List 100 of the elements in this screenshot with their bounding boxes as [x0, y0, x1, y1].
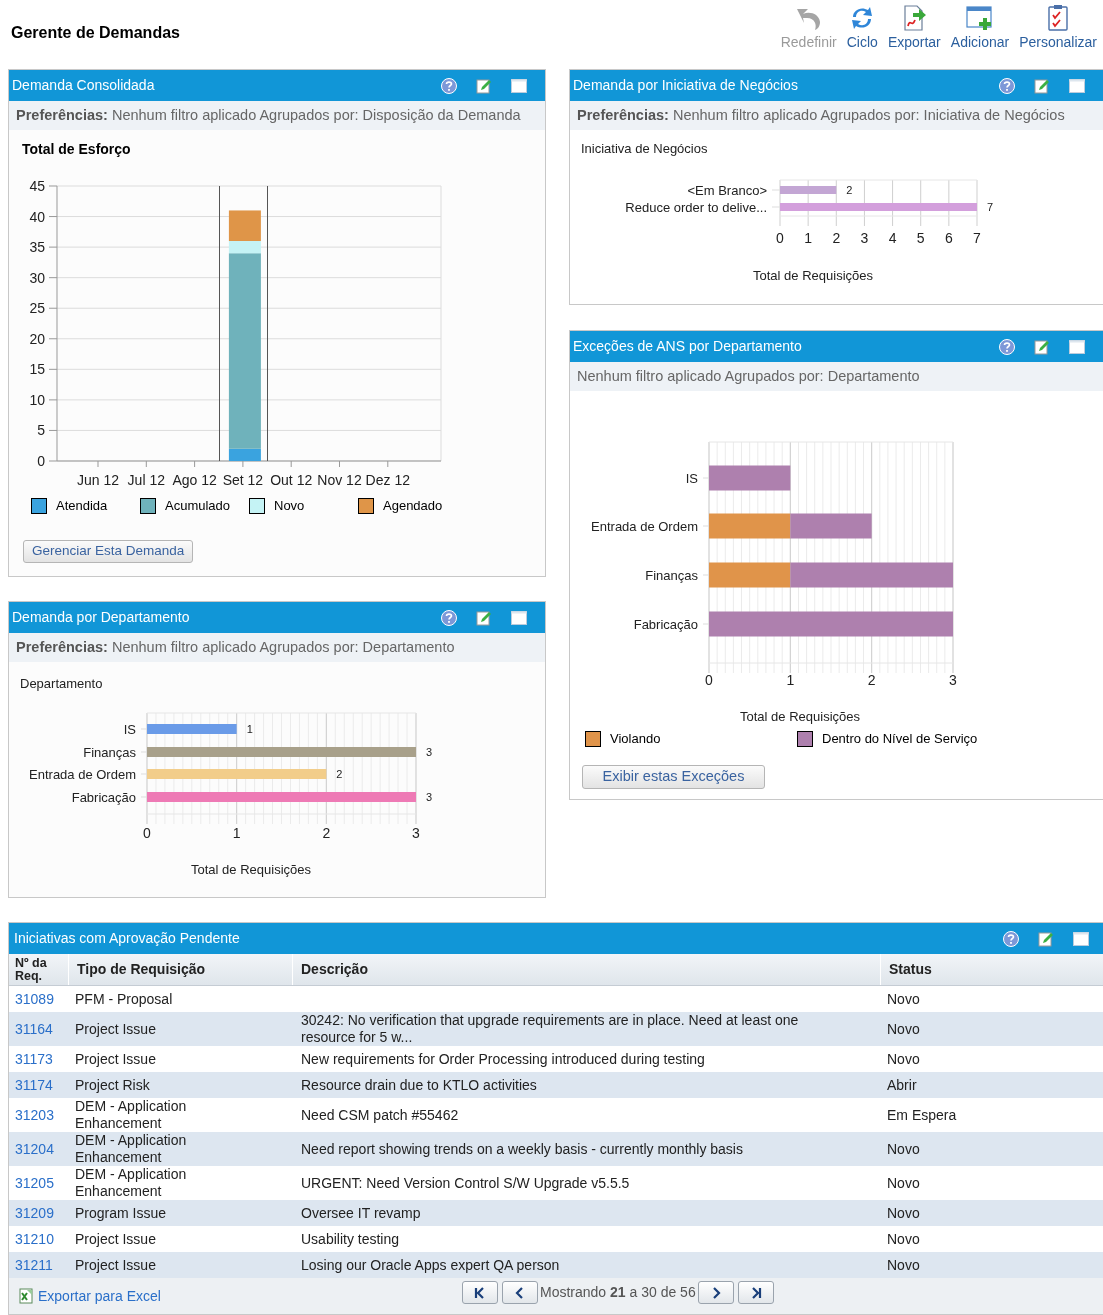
- request-link[interactable]: 31174: [15, 1076, 53, 1093]
- help-icon[interactable]: [441, 609, 457, 626]
- request-link[interactable]: 31205: [15, 1174, 54, 1191]
- help-icon[interactable]: [1003, 930, 1019, 947]
- preferences-text: Preferências: Nenhum filtro aplicado Agrupados por: Disposição da Demanda: [9, 101, 545, 130]
- table-cell: URGENT: Need Version Control S/W Upgrade v5.5.5: [301, 1174, 630, 1191]
- column-header[interactable]: Descrição: [293, 954, 881, 985]
- request-link[interactable]: 31209: [15, 1204, 54, 1221]
- toolbar-button[interactable]: Personalizar: [1019, 4, 1097, 50]
- maximize-icon[interactable]: [511, 77, 527, 94]
- last-page-button[interactable]: [737, 1281, 774, 1304]
- table-cell: Novo: [887, 1140, 920, 1157]
- legend-label: Acumulado: [165, 497, 231, 515]
- maximize-icon[interactable]: [1069, 338, 1085, 355]
- table-cell: Program Issue: [75, 1204, 167, 1221]
- axis-title: Total de Requisições: [740, 709, 860, 724]
- action-button[interactable]: Gerenciar Esta Demanda: [23, 539, 194, 563]
- table-cell: Project Risk: [75, 1076, 150, 1093]
- window-plus-icon: [965, 4, 995, 32]
- value-label: 2: [336, 768, 343, 780]
- tick-label: 1: [232, 825, 241, 841]
- table-row[interactable]: 31211 Project Issue Losing our Oracle Apps expert QA person Novo: [9, 1252, 1103, 1278]
- table-cell: Novo: [887, 1204, 920, 1221]
- request-link[interactable]: 31203: [15, 1106, 54, 1123]
- legend-label: Violando: [610, 730, 661, 748]
- column-header[interactable]: Tipo de Requisição: [69, 954, 293, 985]
- chart-bar: [780, 186, 837, 194]
- table-cell: Need CSM patch #55462: [301, 1106, 459, 1123]
- tick-label: 0: [705, 672, 713, 688]
- portlet-title: Demanda Consolidada: [12, 76, 155, 95]
- tick-label: 0: [37, 453, 45, 469]
- category-label: Fabricação: [71, 790, 136, 805]
- value-label: 7: [987, 201, 994, 213]
- table-row[interactable]: 31164 Project Issue 30242: No verification that upgrade requirements are in place. Need at least one resource for 5 w... Novo: [9, 1012, 1103, 1046]
- toolbar-button[interactable]: Exportar: [887, 4, 941, 50]
- table-cell: Oversee IT revamp: [301, 1204, 421, 1221]
- export-link[interactable]: Exportar para Excel: [18, 1285, 161, 1307]
- column-header[interactable]: Status: [881, 954, 1103, 985]
- tick-label: 40: [29, 208, 45, 225]
- help-icon[interactable]: [999, 338, 1015, 355]
- category-label: <Em Branco>: [687, 183, 767, 198]
- first-page-button[interactable]: [462, 1281, 498, 1304]
- table-cell: 30242: No verification that upgrade requirements are in place. Need at least one resource for 5 w...: [301, 1012, 799, 1045]
- request-link[interactable]: 31211: [15, 1256, 53, 1273]
- tick-label: 0: [143, 825, 151, 841]
- table-cell: Novo: [887, 1174, 920, 1191]
- value-label: 2: [846, 184, 853, 196]
- preferences-text: Preferências: Nenhum filtro aplicado Agrupados por: Departamento: [9, 633, 545, 662]
- table-cell: Novo: [887, 990, 920, 1007]
- table-cell: Project Issue: [75, 1230, 156, 1247]
- table-row[interactable]: 31174 Project Risk Resource drain due to KTLO activities Abrir: [9, 1072, 1103, 1098]
- edit-icon[interactable]: [1034, 338, 1050, 355]
- help-icon[interactable]: [999, 77, 1015, 94]
- table-cell: Project Issue: [75, 1256, 156, 1273]
- tick-label: Set 12: [222, 472, 264, 488]
- table-cell: PFM - Proposal: [75, 990, 173, 1007]
- table-row[interactable]: 31209 Program Issue Oversee IT revamp Novo: [9, 1200, 1103, 1226]
- legend-swatch: [797, 730, 813, 747]
- legend-label: Dentro do Nível de Serviço: [822, 730, 978, 748]
- tick-label: 10: [29, 391, 45, 408]
- axis-title: Iniciativa de Negócios: [581, 141, 708, 156]
- maximize-icon[interactable]: [1073, 930, 1089, 947]
- toolbar-button[interactable]: Ciclo: [846, 4, 878, 50]
- maximize-icon[interactable]: [1069, 77, 1085, 94]
- category-label: Finanças: [645, 568, 698, 583]
- tick-label: Jul 12: [127, 472, 165, 488]
- chart-title: Total de Esforço: [22, 140, 132, 159]
- previous-page-button[interactable]: [502, 1281, 538, 1304]
- edit-icon[interactable]: [476, 609, 492, 626]
- tick-label: 3: [412, 825, 420, 841]
- page-title: Gerente de Demandas: [10, 23, 180, 43]
- request-link[interactable]: 31204: [15, 1140, 54, 1157]
- tick-label: 2: [322, 825, 331, 841]
- edit-icon[interactable]: [476, 77, 492, 94]
- maximize-icon[interactable]: [511, 609, 527, 626]
- column-header[interactable]: Nº da Req.: [9, 954, 69, 985]
- toolbar-button[interactable]: Adicionar: [950, 4, 1010, 50]
- tick-label: Jun 12: [77, 472, 119, 488]
- category-label: Reduce order to delive...: [625, 200, 767, 215]
- request-link[interactable]: 31164: [15, 1020, 53, 1037]
- tick-label: Dez 12: [365, 472, 410, 488]
- action-button[interactable]: Exibir estas Exceções: [582, 764, 765, 789]
- tick-label: 5: [916, 230, 925, 246]
- tick-label: 3: [860, 230, 869, 246]
- help-icon[interactable]: [441, 77, 457, 94]
- edit-icon[interactable]: [1034, 77, 1050, 94]
- tick-label: 5: [37, 422, 45, 439]
- request-link[interactable]: 31173: [15, 1050, 53, 1067]
- portlet-title: Demanda por Departamento: [12, 608, 190, 627]
- table-cell: Novo: [887, 1050, 920, 1067]
- table-row[interactable]: 31204 DEM - Application Enhancement Need report showing trends on a weekly basis - currently monthly basis Novo: [9, 1132, 1103, 1166]
- request-link[interactable]: 31210: [15, 1230, 54, 1247]
- category-label: Entrada de Ordem: [29, 767, 136, 782]
- table-cell: Project Issue: [75, 1020, 156, 1037]
- tick-label: 30: [29, 269, 45, 286]
- request-link[interactable]: 31089: [15, 990, 54, 1007]
- legend-swatch: [358, 497, 374, 514]
- edit-icon[interactable]: [1038, 930, 1054, 947]
- table-cell: Resource drain due to KTLO activities: [301, 1076, 537, 1093]
- next-page-button[interactable]: [697, 1281, 734, 1304]
